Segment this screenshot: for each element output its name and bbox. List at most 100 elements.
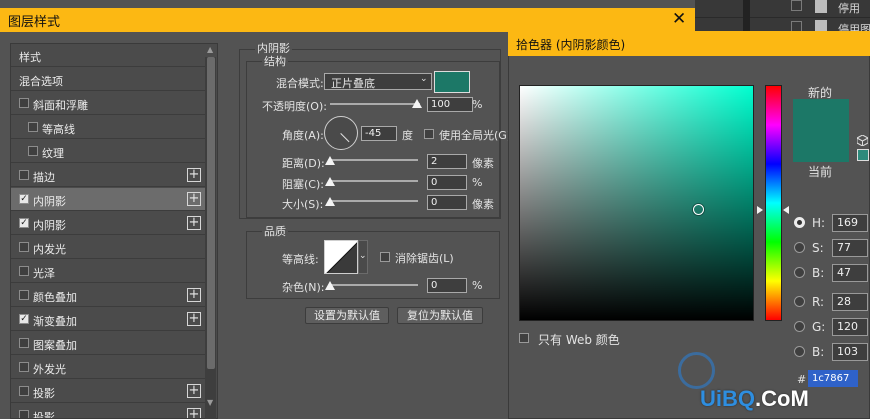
style-label: 图案叠加 bbox=[33, 339, 77, 352]
brightness-mode-radio[interactable] bbox=[794, 267, 805, 278]
angle-dial[interactable] bbox=[324, 116, 358, 150]
hue-slider-arrow-left[interactable] bbox=[757, 206, 763, 215]
noise-input[interactable]: 0 bbox=[427, 278, 467, 293]
style-item[interactable]: 斜面和浮雕 bbox=[11, 92, 206, 115]
hue-mode-radio[interactable] bbox=[794, 217, 805, 228]
add-effect-icon[interactable]: + bbox=[187, 408, 201, 418]
style-checkbox[interactable] bbox=[19, 98, 29, 108]
style-item[interactable]: 纹理 bbox=[11, 140, 206, 163]
choke-slider-thumb[interactable] bbox=[325, 177, 335, 186]
choke-unit: % bbox=[472, 176, 483, 189]
distance-label: 距离(D): bbox=[282, 157, 325, 170]
green-mode-radio[interactable] bbox=[794, 321, 805, 332]
style-checkbox[interactable] bbox=[19, 290, 29, 300]
layer-visibility-checkbox[interactable] bbox=[791, 0, 802, 11]
add-effect-icon[interactable]: + bbox=[187, 288, 201, 302]
style-checkbox[interactable] bbox=[19, 362, 29, 372]
dialog-title-bar[interactable]: 图层样式 ✕ bbox=[0, 8, 695, 32]
contour-dropdown[interactable]: ⌄ bbox=[358, 240, 368, 274]
add-effect-icon[interactable]: + bbox=[187, 168, 201, 182]
style-checkbox[interactable] bbox=[19, 410, 29, 418]
style-item[interactable]: 图案叠加 bbox=[11, 332, 206, 355]
add-effect-icon[interactable]: + bbox=[187, 312, 201, 326]
angle-input[interactable]: -45 bbox=[361, 126, 397, 141]
style-item[interactable]: ✓ 内阴影 + bbox=[11, 212, 206, 235]
hex-input[interactable]: 1c7867 bbox=[808, 370, 858, 387]
hue-slider[interactable] bbox=[765, 85, 782, 321]
global-light-checkbox[interactable] bbox=[424, 129, 434, 139]
scroll-down-icon[interactable]: ▼ bbox=[207, 398, 213, 407]
size-slider-track[interactable] bbox=[330, 200, 418, 202]
saturation-brightness-field[interactable] bbox=[519, 85, 754, 321]
distance-input[interactable]: 2 bbox=[427, 154, 467, 169]
style-checkbox[interactable]: ✓ bbox=[19, 194, 29, 204]
blend-mode-select[interactable]: 正片叠底 ⌄ bbox=[324, 73, 432, 90]
style-item[interactable]: ✓ 渐变叠加 + bbox=[11, 308, 206, 331]
style-checkbox[interactable] bbox=[19, 386, 29, 396]
saturation-mode-radio[interactable] bbox=[794, 242, 805, 253]
green-input[interactable]: 120 bbox=[832, 318, 868, 336]
size-slider-thumb[interactable] bbox=[325, 197, 335, 206]
anti-alias-checkbox[interactable] bbox=[380, 252, 390, 262]
brightness-input[interactable]: 47 bbox=[832, 264, 868, 282]
opacity-input[interactable]: 100 bbox=[427, 97, 473, 112]
scroll-up-icon[interactable]: ▲ bbox=[207, 45, 213, 54]
make-default-button[interactable]: 设置为默认值 bbox=[305, 307, 389, 324]
distance-slider-track[interactable] bbox=[330, 159, 418, 161]
noise-slider-thumb[interactable] bbox=[325, 281, 335, 290]
web-only-checkbox[interactable] bbox=[519, 333, 529, 343]
style-checkbox[interactable] bbox=[19, 242, 29, 252]
style-item[interactable]: 混合选项 bbox=[11, 68, 206, 91]
hue-label: H: bbox=[812, 216, 826, 230]
hue-slider-arrow-right[interactable] bbox=[783, 206, 789, 215]
style-checkbox[interactable] bbox=[19, 170, 29, 180]
hex-hash-label: # bbox=[797, 373, 807, 386]
style-item[interactable]: 描边 + bbox=[11, 164, 206, 187]
close-icon[interactable]: ✕ bbox=[672, 9, 686, 29]
choke-input[interactable]: 0 bbox=[427, 175, 467, 190]
style-checkbox[interactable] bbox=[19, 266, 29, 276]
opacity-slider-track[interactable] bbox=[330, 103, 420, 105]
choke-slider-track[interactable] bbox=[330, 180, 418, 182]
style-checkbox[interactable] bbox=[19, 338, 29, 348]
style-item[interactable]: 样式 bbox=[11, 44, 206, 67]
style-item[interactable]: 光泽 bbox=[11, 260, 206, 283]
distance-slider-thumb[interactable] bbox=[325, 156, 335, 165]
web-only-label: 只有 Web 颜色 bbox=[538, 333, 620, 347]
style-item[interactable]: 等高线 bbox=[11, 116, 206, 139]
contour-preview[interactable] bbox=[324, 240, 358, 274]
style-item[interactable]: 投影 + bbox=[11, 404, 206, 418]
blue-input[interactable]: 103 bbox=[832, 343, 868, 361]
green-label: G: bbox=[812, 320, 826, 334]
blue-mode-radio[interactable] bbox=[794, 346, 805, 357]
scrollbar-thumb[interactable] bbox=[207, 57, 215, 369]
style-item[interactable]: 投影 + bbox=[11, 380, 206, 403]
style-item[interactable]: 颜色叠加 + bbox=[11, 284, 206, 307]
style-item[interactable]: 内发光 bbox=[11, 236, 206, 259]
hue-input[interactable]: 169 bbox=[832, 214, 868, 232]
style-item[interactable]: ✓ 内阴影 + bbox=[11, 188, 206, 211]
layer-row[interactable]: 停用 bbox=[695, 0, 870, 18]
style-checkbox[interactable] bbox=[28, 122, 38, 132]
red-input[interactable]: 28 bbox=[832, 293, 868, 311]
cube-icon[interactable] bbox=[856, 134, 869, 147]
add-effect-icon[interactable]: + bbox=[187, 192, 201, 206]
add-effect-icon[interactable]: + bbox=[187, 384, 201, 398]
current-color-label: 当前 bbox=[808, 165, 833, 179]
style-checkbox[interactable]: ✓ bbox=[19, 218, 29, 228]
style-checkbox[interactable] bbox=[28, 146, 38, 156]
add-effect-icon[interactable]: + bbox=[187, 216, 201, 230]
red-mode-radio[interactable] bbox=[794, 296, 805, 307]
size-input[interactable]: 0 bbox=[427, 195, 467, 210]
opacity-slider-thumb[interactable] bbox=[412, 99, 422, 108]
picker-title: 拾色器 (内阴影颜色) bbox=[516, 38, 626, 52]
style-item[interactable]: 外发光 bbox=[11, 356, 206, 379]
noise-slider-track[interactable] bbox=[330, 284, 418, 286]
shadow-color-swatch[interactable] bbox=[434, 71, 470, 93]
picker-title-bar[interactable]: 拾色器 (内阴影颜色) bbox=[508, 31, 870, 56]
style-checkbox[interactable]: ✓ bbox=[19, 314, 29, 324]
web-safe-swatch[interactable] bbox=[857, 149, 869, 161]
current-color-swatch[interactable] bbox=[793, 130, 849, 162]
saturation-input[interactable]: 77 bbox=[832, 239, 868, 257]
reset-default-button[interactable]: 复位为默认值 bbox=[397, 307, 483, 324]
